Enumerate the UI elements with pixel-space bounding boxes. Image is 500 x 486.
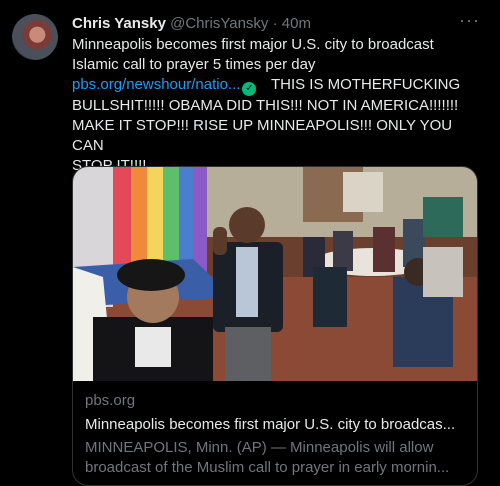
link-card[interactable]: pbs.org Minneapolis becomes first major …: [72, 166, 478, 486]
avatar[interactable]: [12, 14, 58, 60]
author-name[interactable]: Chris Yansky: [72, 15, 166, 32]
verified-icon: ✓: [242, 82, 257, 96]
tweet-text: Minneapolis becomes first major U.S. cit…: [72, 35, 482, 176]
tweet-text-segment: THIS IS MOTHERFUCKING: [270, 76, 461, 93]
card-photo: [73, 167, 477, 381]
tweet-link[interactable]: pbs.org/newshour/natio...: [72, 76, 240, 93]
card-body: pbs.org Minneapolis becomes first major …: [73, 381, 477, 485]
card-description: MINNEAPOLIS, Minn. (AP) — Minneapolis wi…: [85, 438, 465, 478]
card-image[interactable]: [73, 167, 477, 381]
tweet-text-line: pbs.org/newshour/natio... ✓ THIS IS MOTHE…: [72, 75, 482, 96]
tweet-text-line: Islamic call to prayer 5 times per day: [72, 56, 316, 73]
author-handle[interactable]: @ChrisYansky: [170, 15, 268, 32]
tweet-header: Chris Yansky @ChrisYansky · 40m: [72, 14, 488, 34]
tweet-text-line: MAKE IT STOP!!! RISE UP MINNEAPOLIS!!! O…: [72, 117, 453, 154]
tweet-text-line: Minneapolis becomes first major U.S. cit…: [72, 36, 434, 53]
card-title[interactable]: Minneapolis becomes first major U.S. cit…: [85, 415, 465, 435]
tweet-time[interactable]: 40m: [282, 15, 311, 32]
card-domain: pbs.org: [85, 392, 136, 409]
card-desc-line: broadcast of the Muslim call to prayer i…: [85, 459, 450, 476]
more-options-icon[interactable]: ···: [459, 10, 480, 31]
tweet-text-line: BULLSHIT!!!!! OBAMA DID THIS!!! NOT IN A…: [72, 97, 459, 114]
header-separator: ·: [272, 15, 278, 32]
card-desc-line: MINNEAPOLIS, Minn. (AP) — Minneapolis wi…: [85, 439, 434, 456]
